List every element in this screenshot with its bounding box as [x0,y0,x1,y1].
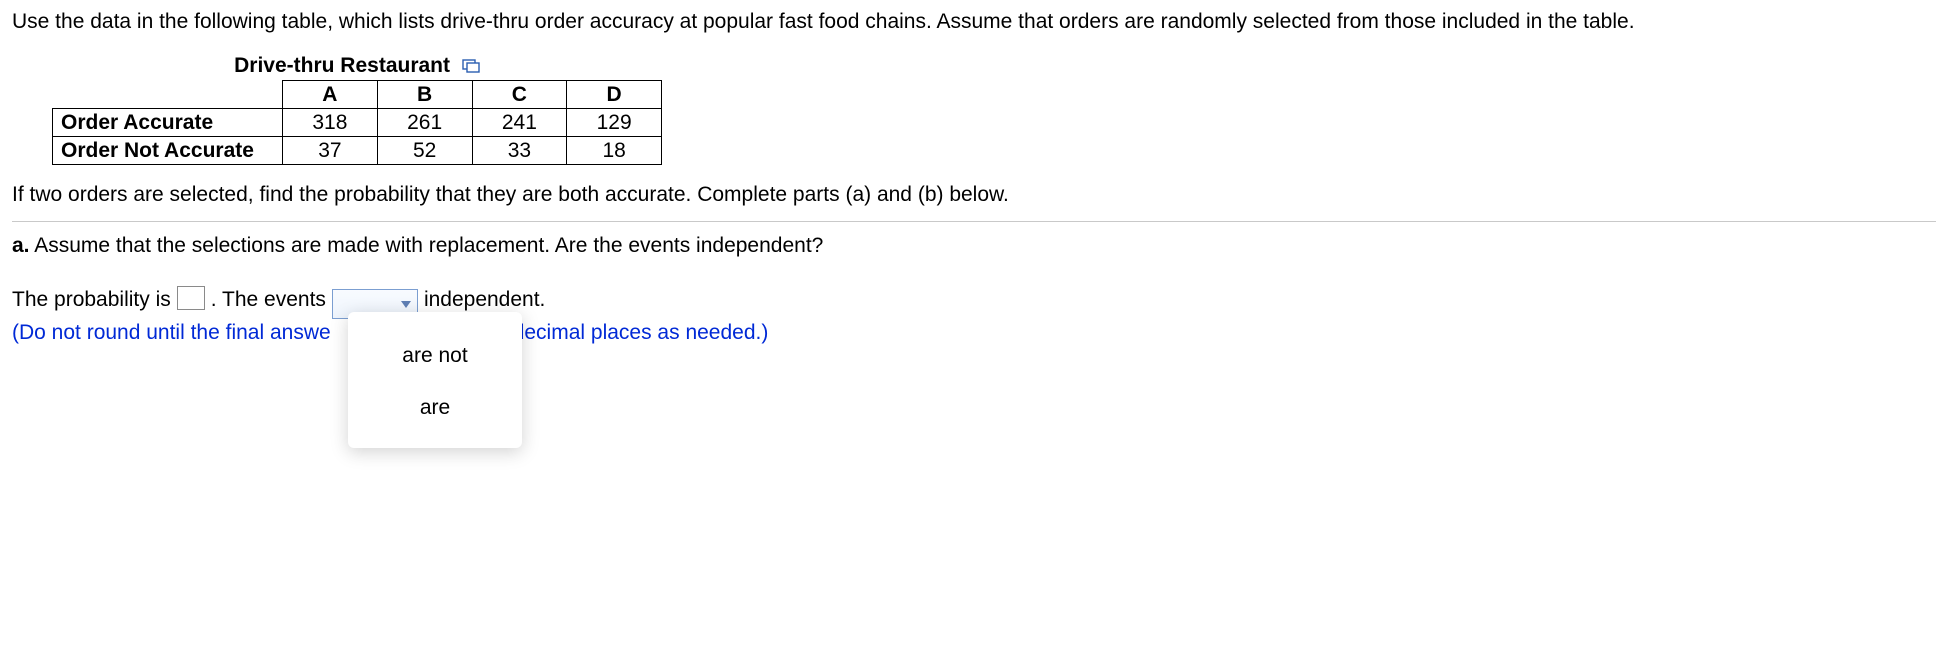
answer-block: The probability is . The events independ… [12,282,1936,345]
question-text: If two orders are selected, find the pro… [12,183,1936,207]
dropdown-option-are[interactable]: are [348,382,522,434]
hint-right: decimal places as needed.) [513,321,769,345]
dropdown-option-are-not[interactable]: are not [348,330,522,382]
col-header: D [567,81,662,109]
cell: 18 [567,137,662,165]
popout-icon[interactable] [462,59,480,73]
dropdown-panel: are not are [348,312,522,448]
col-header: A [283,81,378,109]
cell: 129 [567,109,662,137]
probability-input[interactable] [177,286,205,310]
answer-line: The probability is . The events independ… [12,282,1936,315]
table-row: Order Not Accurate 37 52 33 18 [53,137,662,165]
answer-suffix: independent. [424,288,545,312]
intro-text: Use the data in the following table, whi… [12,8,1936,36]
cell: 261 [377,109,472,137]
cell: 37 [283,137,378,165]
separator [12,221,1936,222]
hint-left: (Do not round until the final answe [12,321,331,345]
part-a-text: Assume that the selections are made with… [34,234,823,257]
cell: 33 [472,137,567,165]
col-header: B [377,81,472,109]
col-header: C [472,81,567,109]
answer-after-box: . The events [211,288,326,312]
row-label: Order Accurate [53,109,283,137]
hint-line: (Do not round until the final answe deci… [12,321,1936,345]
data-table-section: Drive-thru Restaurant A B C D Order Accu… [52,54,1936,165]
cell: 241 [472,109,567,137]
part-a-label: a. [12,234,30,257]
table-row: Order Accurate 318 261 241 129 [53,109,662,137]
cell: 52 [377,137,472,165]
table-title: Drive-thru Restaurant [52,54,662,78]
row-label: Order Not Accurate [53,137,283,165]
table-title-text: Drive-thru Restaurant [234,54,450,77]
table-header-row: A B C D [53,81,662,109]
table-blank-corner [53,81,283,109]
cell: 318 [283,109,378,137]
answer-prefix: The probability is [12,288,171,312]
part-a: a. Assume that the selections are made w… [12,234,1936,258]
data-table: A B C D Order Accurate 318 261 241 129 O… [52,80,662,165]
